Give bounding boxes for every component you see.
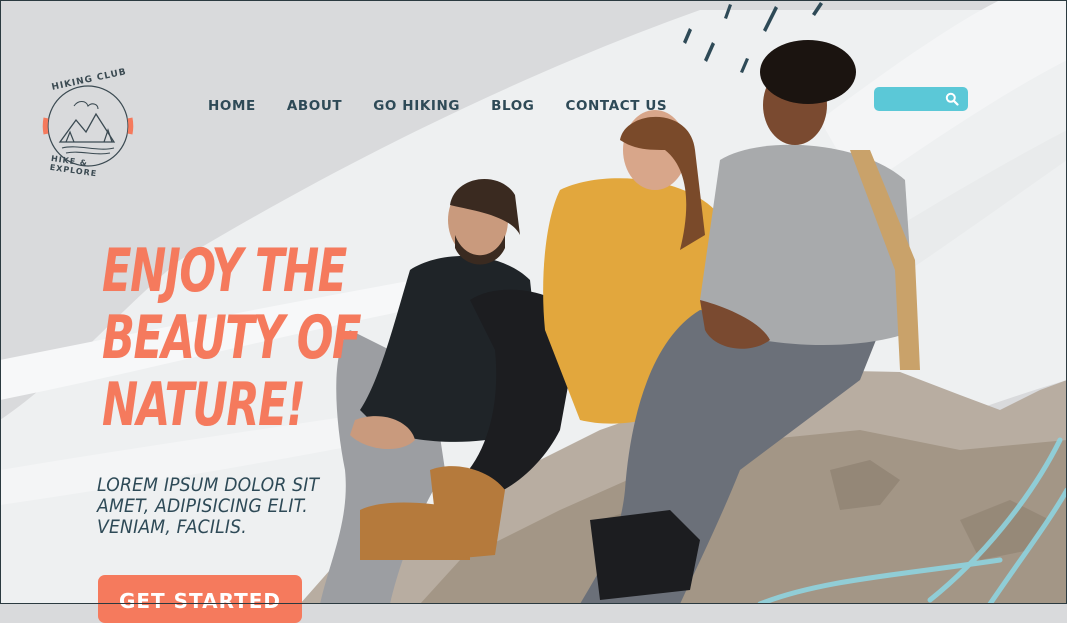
nav-contact-us[interactable]: CONTACT US bbox=[565, 96, 667, 116]
search-box[interactable] bbox=[874, 87, 968, 111]
nav-go-hiking[interactable]: GO HIKING bbox=[373, 96, 460, 116]
hero-subtext: LOREM IPSUM DOLOR SIT AMET, ADIPISICING … bbox=[97, 475, 320, 538]
get-started-button[interactable]: GET STARTED bbox=[98, 575, 302, 623]
hero-headline: ENJOY THE BEAUTY OF NATURE! bbox=[102, 236, 362, 440]
nav-about[interactable]: ABOUT bbox=[287, 96, 342, 116]
get-started-label: GET STARTED bbox=[118, 589, 282, 613]
site-logo[interactable]: HIKING CLUB HIKE & EXPLORE bbox=[38, 67, 138, 180]
search-icon[interactable] bbox=[945, 92, 959, 106]
search-input[interactable] bbox=[880, 90, 946, 110]
nav-home[interactable]: HOME bbox=[208, 96, 256, 116]
nav-blog[interactable]: BLOG bbox=[491, 96, 534, 116]
main-navigation: HOME ABOUT GO HIKING BLOG CONTACT US bbox=[208, 96, 698, 116]
